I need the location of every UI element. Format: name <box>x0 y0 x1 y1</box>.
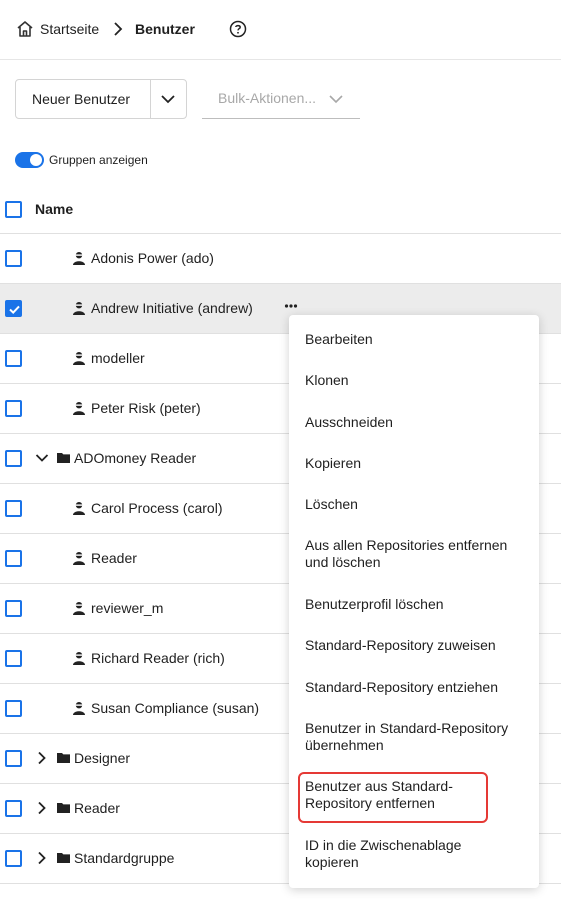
context-menu: Bearbeiten Klonen Ausschneiden Kopieren … <box>289 315 539 888</box>
row-checkbox[interactable] <box>5 550 22 567</box>
row-label: modeller <box>91 350 145 366</box>
folder-icon <box>57 453 70 463</box>
chevron-right-icon[interactable] <box>35 801 49 815</box>
row-checkbox[interactable] <box>5 750 22 767</box>
chevron-right-icon <box>114 22 123 36</box>
user-icon <box>73 302 85 315</box>
show-groups-label: Gruppen anzeigen <box>49 153 148 167</box>
menu-item-copy-id[interactable]: ID in die Zwischenablage kopieren <box>305 837 530 871</box>
user-icon <box>73 252 85 265</box>
row-checkbox[interactable] <box>5 650 22 667</box>
user-icon <box>73 552 85 565</box>
help-icon[interactable] <box>229 20 247 38</box>
bulk-actions-select[interactable]: Bulk-Aktionen... <box>202 79 360 119</box>
row-label: Andrew Initiative (andrew) <box>91 300 253 316</box>
row-label: reviewer_m <box>91 600 164 616</box>
menu-item-remove-from-all-repositories[interactable]: Aus allen Repositories entfernen und lösc… <box>305 537 530 571</box>
more-actions-icon[interactable] <box>284 302 298 310</box>
user-icon <box>73 652 85 665</box>
row-checkbox[interactable] <box>5 800 22 817</box>
group-label: Standardgruppe <box>74 850 175 866</box>
menu-item-clone[interactable]: Klonen <box>305 372 530 389</box>
folder-icon <box>57 853 70 863</box>
row-checkbox[interactable] <box>5 350 22 367</box>
folder-icon <box>57 803 70 813</box>
show-groups-toggle[interactable] <box>15 152 44 168</box>
new-user-label: Neuer Benutzer <box>32 91 131 107</box>
check-icon <box>9 305 20 315</box>
group-label: Reader <box>74 800 120 816</box>
menu-item-copy[interactable]: Kopieren <box>305 455 530 472</box>
row-label: Adonis Power (ado) <box>91 250 214 266</box>
new-user-button[interactable]: Neuer Benutzer <box>15 79 187 119</box>
table-row[interactable]: Adonis Power (ado) <box>0 234 561 284</box>
chevron-down-icon[interactable] <box>35 451 49 465</box>
breadcrumb: Startseite Benutzer <box>0 0 561 60</box>
select-all-checkbox[interactable] <box>5 201 22 218</box>
row-checkbox[interactable] <box>5 250 22 267</box>
group-label: Designer <box>74 750 131 766</box>
chevron-right-icon[interactable] <box>35 851 49 865</box>
menu-item-delete-profile[interactable]: Benutzerprofil löschen <box>305 596 530 613</box>
breadcrumb-current: Benutzer <box>135 21 195 37</box>
row-label: Peter Risk (peter) <box>91 400 201 416</box>
user-icon <box>73 402 85 415</box>
menu-item-revoke-default-repository[interactable]: Standard-Repository entziehen <box>305 679 530 696</box>
breadcrumb-home[interactable]: Startseite <box>40 21 99 37</box>
row-checkbox[interactable] <box>5 400 22 417</box>
folder-icon <box>57 753 70 763</box>
user-icon <box>73 702 85 715</box>
user-icon <box>73 602 85 615</box>
menu-item-assign-default-repository[interactable]: Standard-Repository zuweisen <box>305 637 530 654</box>
user-icon <box>73 352 85 365</box>
home-icon[interactable] <box>16 20 34 38</box>
column-header-name[interactable]: Name <box>35 201 73 217</box>
menu-item-edit[interactable]: Bearbeiten <box>305 331 530 348</box>
row-checkbox[interactable] <box>5 300 22 317</box>
menu-item-delete[interactable]: Löschen <box>305 496 530 513</box>
toggle-knob <box>30 154 42 166</box>
table-header: Name <box>0 185 561 234</box>
menu-item-remove-from-default-repository[interactable]: Benutzer aus Standard- Repository entfern… <box>305 778 530 812</box>
row-label: Reader <box>91 550 137 566</box>
chevron-down-icon[interactable] <box>160 92 176 106</box>
row-checkbox[interactable] <box>5 450 22 467</box>
menu-item-add-to-default-repository[interactable]: Benutzer in Standard-Repository übernehme… <box>305 720 530 754</box>
bulk-actions-placeholder: Bulk-Aktionen... <box>218 90 317 106</box>
chevron-right-icon[interactable] <box>35 751 49 765</box>
button-divider <box>150 80 151 118</box>
menu-item-cut[interactable]: Ausschneiden <box>305 414 530 431</box>
user-icon <box>73 502 85 515</box>
row-checkbox[interactable] <box>5 500 22 517</box>
row-label: Richard Reader (rich) <box>91 650 225 666</box>
chevron-down-icon <box>329 95 343 104</box>
row-checkbox[interactable] <box>5 700 22 717</box>
row-label: Susan Compliance (susan) <box>91 700 260 716</box>
row-checkbox[interactable] <box>5 850 22 867</box>
row-checkbox[interactable] <box>5 600 22 617</box>
row-label: Carol Process (carol) <box>91 500 223 516</box>
group-label: ADOmoney Reader <box>74 450 197 466</box>
